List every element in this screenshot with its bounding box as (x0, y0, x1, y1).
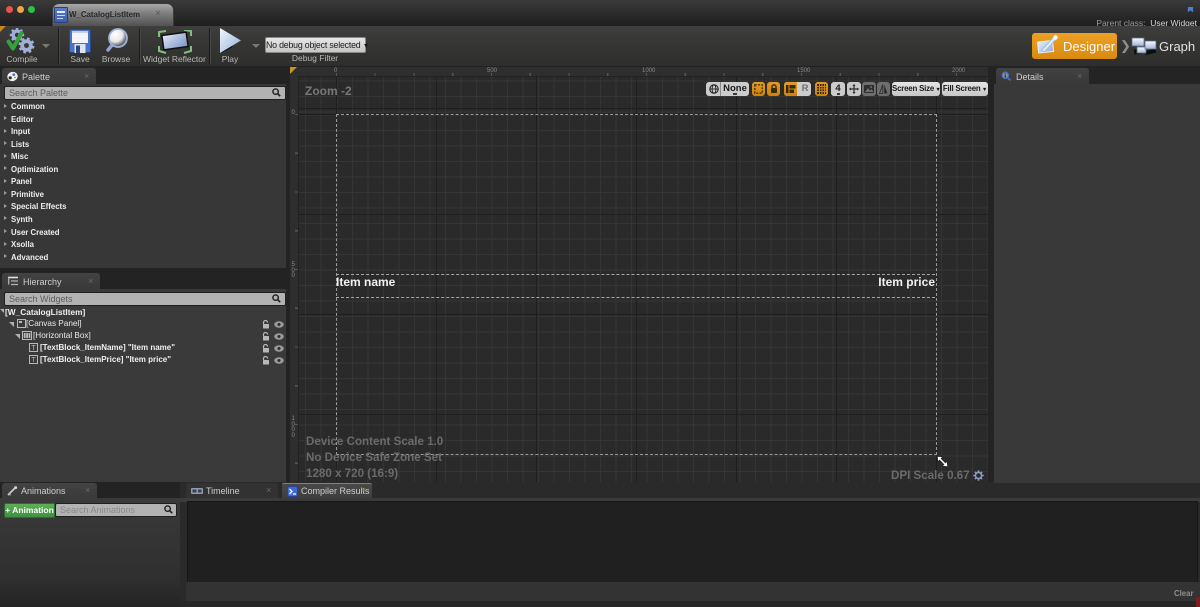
svg-text:T: T (31, 357, 36, 364)
svg-text:T: T (31, 345, 36, 352)
